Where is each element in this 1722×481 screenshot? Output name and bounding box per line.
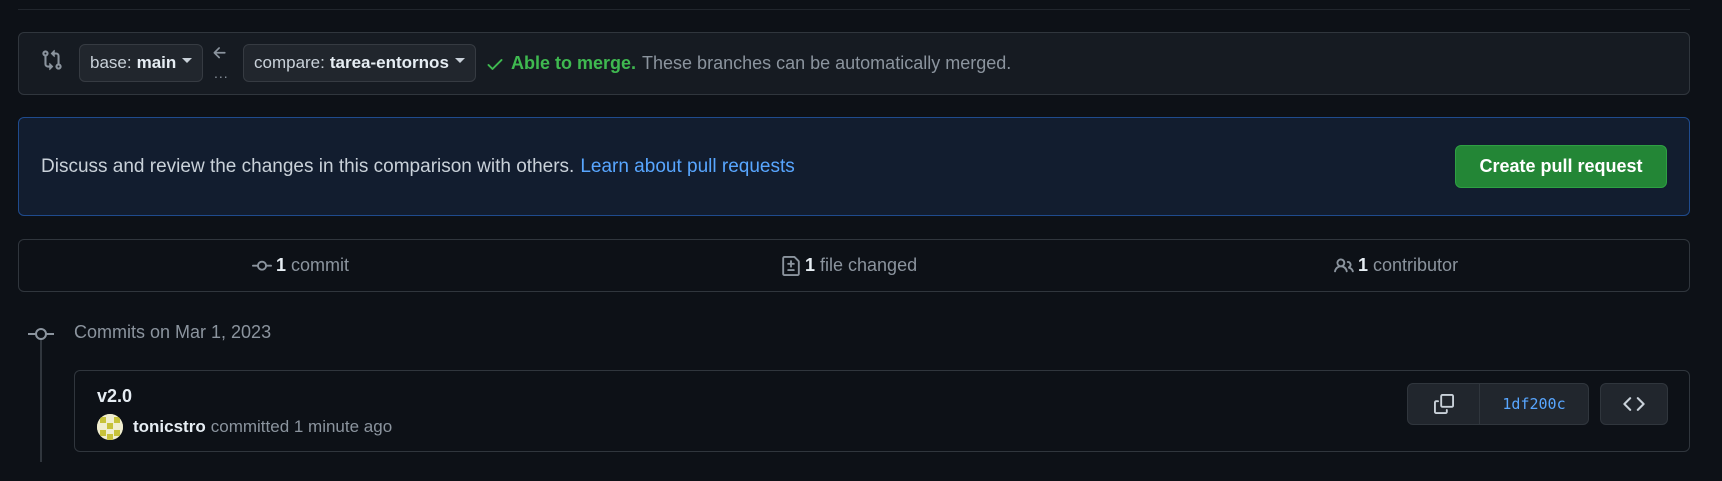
chevron-down-icon — [182, 57, 193, 63]
file-diff-icon — [782, 255, 800, 276]
copy-icon — [1433, 394, 1454, 414]
merge-ok-text: Able to merge. — [511, 53, 637, 73]
browse-code-button[interactable] — [1600, 383, 1668, 425]
files-stat[interactable]: 1 file changed — [781, 240, 917, 291]
base-branch-select[interactable]: base: main — [79, 44, 204, 82]
commit-action: committed 1 minute ago — [210, 417, 393, 436]
commit-sha-link[interactable]: 1df200c — [1480, 384, 1588, 424]
avatar[interactable] — [97, 414, 123, 440]
commit-item: v2.0 tonicstro committed 1 minute ago 1d… — [74, 370, 1690, 452]
git-commit-icon — [28, 328, 54, 340]
commits-count: 1 — [276, 255, 287, 275]
chevron-down-icon — [454, 57, 465, 63]
commit-meta: tonicstro committed 1 minute ago — [97, 414, 392, 440]
git-commit-icon — [252, 260, 272, 271]
contributors-stat[interactable]: 1 contributor — [1334, 240, 1458, 291]
commit-title[interactable]: v2.0 — [97, 386, 132, 407]
commit-author[interactable]: tonicstro — [133, 417, 206, 437]
people-icon — [1334, 257, 1354, 272]
compare-branch-select[interactable]: compare: tarea-entornos — [243, 44, 476, 82]
arrow-left-icon — [213, 47, 226, 59]
commits-label: commit — [291, 255, 350, 275]
divider — [18, 9, 1690, 10]
merge-status: Able to merge. These branches can be aut… — [485, 33, 1011, 94]
range-dots: ... — [214, 65, 229, 81]
contributors-label: contributor — [1373, 255, 1459, 275]
contributors-count: 1 — [1358, 255, 1369, 275]
files-count: 1 — [805, 255, 816, 275]
timeline-line — [40, 332, 42, 462]
base-prefix: base: — [90, 53, 132, 72]
learn-pull-requests-link[interactable]: Learn about pull requests — [580, 156, 794, 178]
compare-prefix: compare: — [254, 53, 325, 72]
comparison-stats: 1 commit 1 file changed 1 contributor — [18, 239, 1690, 292]
copy-sha-button[interactable] — [1408, 384, 1480, 424]
discuss-banner: Discuss and review the changes in this c… — [18, 117, 1690, 216]
merge-message: These branches can be automatically merg… — [642, 53, 1012, 73]
compare-branch-name: tarea-entornos — [329, 53, 449, 72]
identicon-icon — [97, 414, 123, 440]
banner-message: Discuss and review the changes in this c… — [41, 155, 575, 177]
base-branch-name: main — [136, 53, 177, 72]
range-editor: base: main ... compare: tarea-entornos A… — [18, 32, 1690, 95]
files-label: file changed — [820, 255, 918, 275]
code-icon — [1623, 397, 1645, 411]
check-icon — [487, 58, 503, 70]
commits-date-heading: Commits on Mar 1, 2023 — [74, 322, 272, 342]
commits-stat[interactable]: 1 commit — [252, 240, 349, 291]
create-pull-request-button[interactable]: Create pull request — [1455, 145, 1667, 188]
git-compare-icon — [42, 49, 62, 71]
banner-text: Discuss and review the changes in this c… — [41, 118, 795, 215]
commit-sha-group: 1df200c — [1407, 383, 1589, 425]
